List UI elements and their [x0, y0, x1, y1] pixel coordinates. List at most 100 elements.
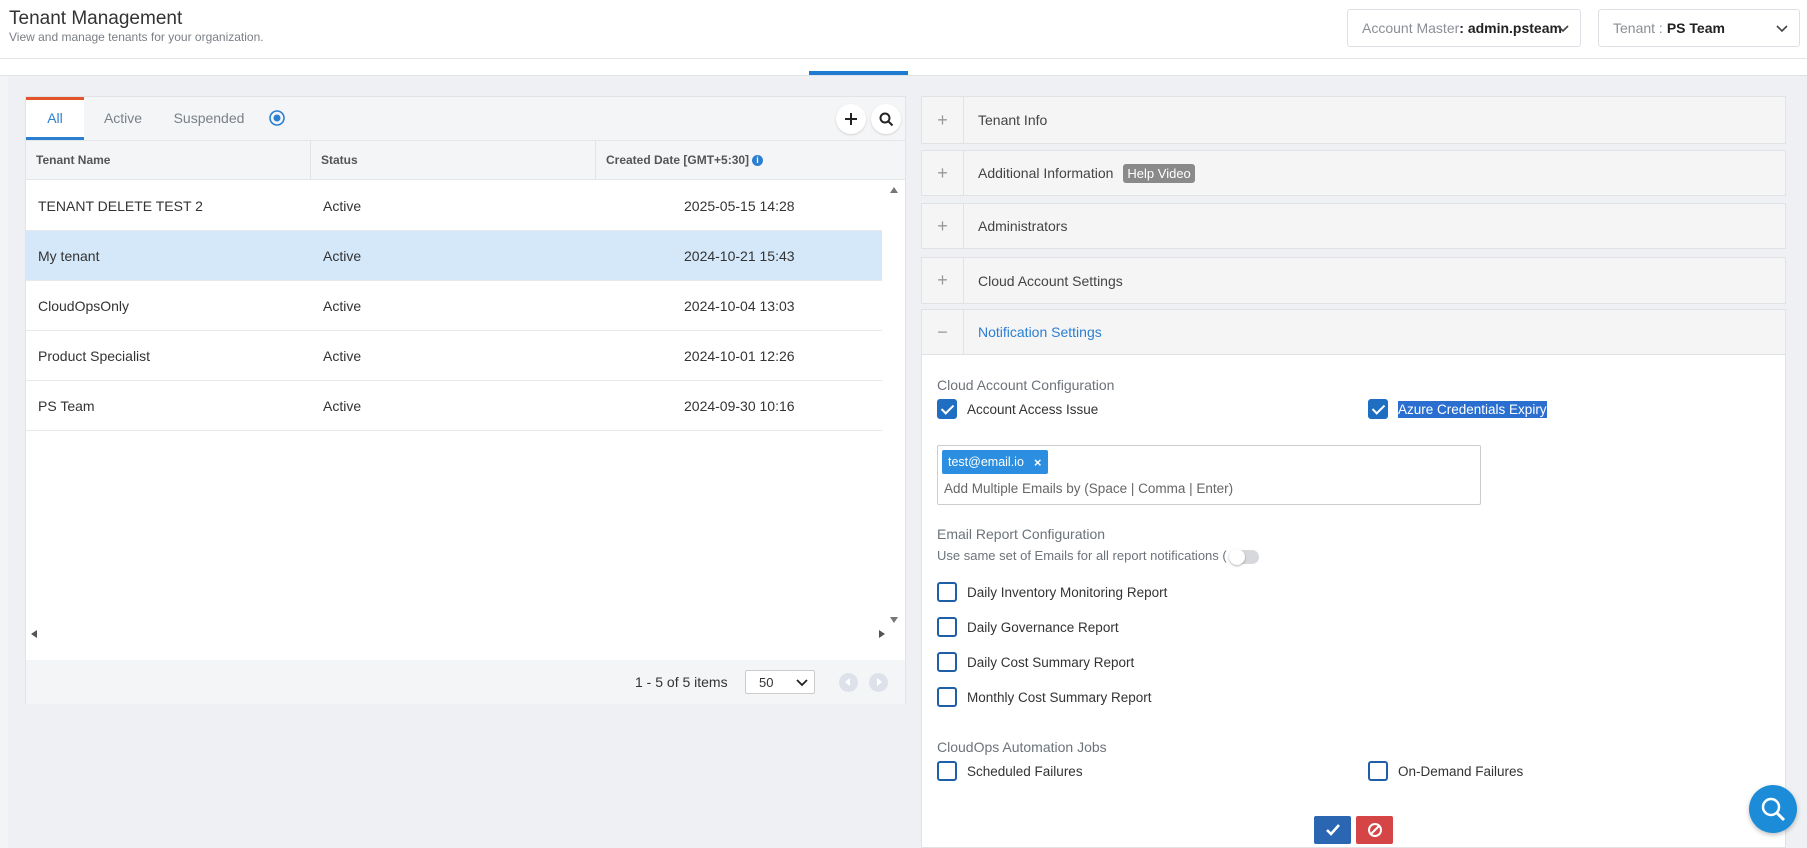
- expand-plus-icon[interactable]: +: [922, 258, 964, 303]
- status-cell: Active: [323, 398, 362, 414]
- status-cell: Active: [323, 248, 362, 264]
- tenant-name-cell: My tenant: [38, 248, 100, 264]
- previous-page-button[interactable]: [839, 673, 858, 692]
- tab-active[interactable]: Active: [84, 97, 162, 140]
- search-icon: [1761, 797, 1786, 822]
- table-row[interactable]: CloudOpsOnly Active 2024-10-04 13:03: [26, 281, 882, 331]
- accordion-title: Tenant Info: [978, 112, 1048, 128]
- page-title: Tenant Management: [9, 8, 183, 29]
- checkbox-on-demand-failures[interactable]: On-Demand Failures: [1368, 761, 1523, 781]
- same-emails-toggle[interactable]: [1229, 549, 1259, 565]
- scroll-left-arrow-icon[interactable]: [31, 630, 37, 638]
- tenant-label: Tenant :: [1613, 20, 1663, 36]
- checkbox-label: On-Demand Failures: [1398, 763, 1524, 779]
- cancel-button[interactable]: [1356, 816, 1393, 844]
- accordion-notification-settings[interactable]: − Notification Settings: [921, 309, 1786, 355]
- checkbox-unchecked[interactable]: [937, 652, 957, 672]
- email-chip-text: test@email.io: [948, 455, 1024, 469]
- tenant-select[interactable]: Tenant : PS Team: [1598, 9, 1800, 47]
- email-input-placeholder[interactable]: Add Multiple Emails by (Space | Comma | …: [944, 481, 1233, 496]
- chevron-left-icon: [845, 678, 850, 686]
- created-date-cell: 2024-10-01 12:26: [684, 348, 795, 364]
- page-subtitle: View and manage tenants for your organiz…: [9, 30, 264, 44]
- accordion-administrators[interactable]: + Administrators: [921, 203, 1786, 249]
- table-row[interactable]: Product Specialist Active 2024-10-01 12:…: [26, 331, 882, 381]
- active-tab-indicator: [809, 71, 908, 75]
- tenant-list-panel: All Active Suspended Tenant Name Status …: [25, 96, 906, 704]
- chevron-down-icon: [1557, 25, 1569, 33]
- checkbox-daily-cost[interactable]: Daily Cost Summary Report: [937, 652, 1134, 672]
- page-size-value: 50: [759, 675, 774, 690]
- tab-suspended[interactable]: Suspended: [162, 97, 256, 140]
- account-master-select[interactable]: Account Master : admin.psteam: [1347, 9, 1581, 47]
- checkbox-scheduled-failures[interactable]: Scheduled Failures: [937, 761, 1083, 781]
- checkbox-checked[interactable]: [1368, 399, 1388, 419]
- checkbox-unchecked[interactable]: [937, 617, 957, 637]
- table-row[interactable]: PS Team Active 2024-09-30 10:16: [26, 381, 882, 431]
- next-page-button[interactable]: [869, 673, 888, 692]
- plus-icon: [845, 113, 857, 125]
- remove-email-icon[interactable]: ×: [1034, 455, 1042, 470]
- help-search-fab[interactable]: [1749, 785, 1797, 833]
- chevron-down-icon: [796, 679, 808, 687]
- checkbox-label: Daily Governance Report: [967, 619, 1119, 635]
- accordion-title: Additional Information: [978, 165, 1114, 181]
- section-title-cloudops-jobs: CloudOps Automation Jobs: [937, 739, 1107, 755]
- search-button[interactable]: [871, 104, 901, 134]
- checkbox-account-access-issue[interactable]: Account Access Issue: [937, 399, 1098, 419]
- ban-icon: [1367, 823, 1382, 837]
- collapse-minus-icon[interactable]: −: [922, 310, 964, 354]
- target-icon[interactable]: [267, 108, 287, 128]
- column-header-tenant-name[interactable]: Tenant Name: [26, 141, 311, 180]
- table-row[interactable]: TENANT DELETE TEST 2 Active 2025-05-15 1…: [26, 181, 882, 231]
- page-size-select[interactable]: 50: [745, 670, 815, 694]
- column-header-created-date[interactable]: Created Date [GMT+5:30] i: [596, 141, 905, 180]
- checkbox-unchecked[interactable]: [937, 582, 957, 602]
- checkbox-label: Azure Credentials Expiry: [1398, 400, 1547, 418]
- accordion-tenant-info[interactable]: + Tenant Info: [921, 96, 1786, 144]
- created-date-cell: 2025-05-15 14:28: [684, 198, 795, 214]
- checkbox-azure-credentials-expiry[interactable]: Azure Credentials Expiry: [1368, 399, 1547, 419]
- scroll-right-arrow-icon[interactable]: [879, 630, 885, 638]
- status-cell: Active: [323, 298, 362, 314]
- account-master-value: : admin.psteam: [1459, 20, 1562, 36]
- column-header-created-date-label: Created Date [GMT+5:30]: [606, 153, 750, 167]
- section-title-cloud-account-config: Cloud Account Configuration: [937, 377, 1115, 393]
- tab-all[interactable]: All: [26, 97, 84, 140]
- horizontal-scrollbar[interactable]: [26, 627, 885, 641]
- checkbox-monthly-cost[interactable]: Monthly Cost Summary Report: [937, 687, 1152, 707]
- column-header-status[interactable]: Status: [311, 141, 596, 180]
- scroll-up-arrow-icon[interactable]: [890, 187, 898, 193]
- expand-plus-icon[interactable]: +: [922, 97, 964, 143]
- checkbox-unchecked[interactable]: [937, 761, 957, 781]
- expand-plus-icon[interactable]: +: [922, 204, 964, 248]
- checkbox-checked[interactable]: [937, 399, 957, 419]
- checkbox-daily-governance[interactable]: Daily Governance Report: [937, 617, 1119, 637]
- pagination-bar: 1 - 5 of 5 items 50: [26, 660, 905, 704]
- checkbox-unchecked[interactable]: [1368, 761, 1388, 781]
- accordion-title-wrap: Additional Information Help Video: [978, 151, 1195, 195]
- expand-plus-icon[interactable]: +: [922, 151, 964, 195]
- info-icon[interactable]: i: [752, 155, 764, 167]
- checkbox-unchecked[interactable]: [937, 687, 957, 707]
- checkbox-label: Daily Cost Summary Report: [967, 654, 1135, 670]
- checkbox-label: Scheduled Failures: [967, 763, 1083, 779]
- created-date-cell: 2024-09-30 10:16: [684, 398, 795, 414]
- accordion-title: Notification Settings: [978, 324, 1102, 340]
- add-tenant-button[interactable]: [836, 104, 866, 134]
- scroll-down-arrow-icon[interactable]: [890, 617, 898, 623]
- tenant-name-cell: PS Team: [38, 398, 95, 414]
- checkbox-daily-inventory[interactable]: Daily Inventory Monitoring Report: [937, 582, 1167, 602]
- checkmark-icon: [1325, 824, 1340, 836]
- section-title-email-report-config: Email Report Configuration: [937, 526, 1106, 542]
- accordion-title: Cloud Account Settings: [978, 272, 1123, 289]
- save-button[interactable]: [1314, 816, 1351, 844]
- accordion-additional-information[interactable]: + Additional Information Help Video: [921, 150, 1786, 196]
- accordion-cloud-account-settings[interactable]: + Cloud Account Settings: [921, 257, 1786, 304]
- help-video-badge[interactable]: Help Video: [1123, 163, 1195, 183]
- tenant-filter-tabs: All Active Suspended: [26, 97, 905, 140]
- checkbox-label: Daily Inventory Monitoring Report: [967, 584, 1168, 600]
- pagination-summary: 1 - 5 of 5 items: [635, 674, 728, 690]
- email-input-box[interactable]: test@email.io × Add Multiple Emails by (…: [937, 445, 1481, 505]
- table-row[interactable]: My tenant Active 2024-10-21 15:43: [26, 231, 882, 281]
